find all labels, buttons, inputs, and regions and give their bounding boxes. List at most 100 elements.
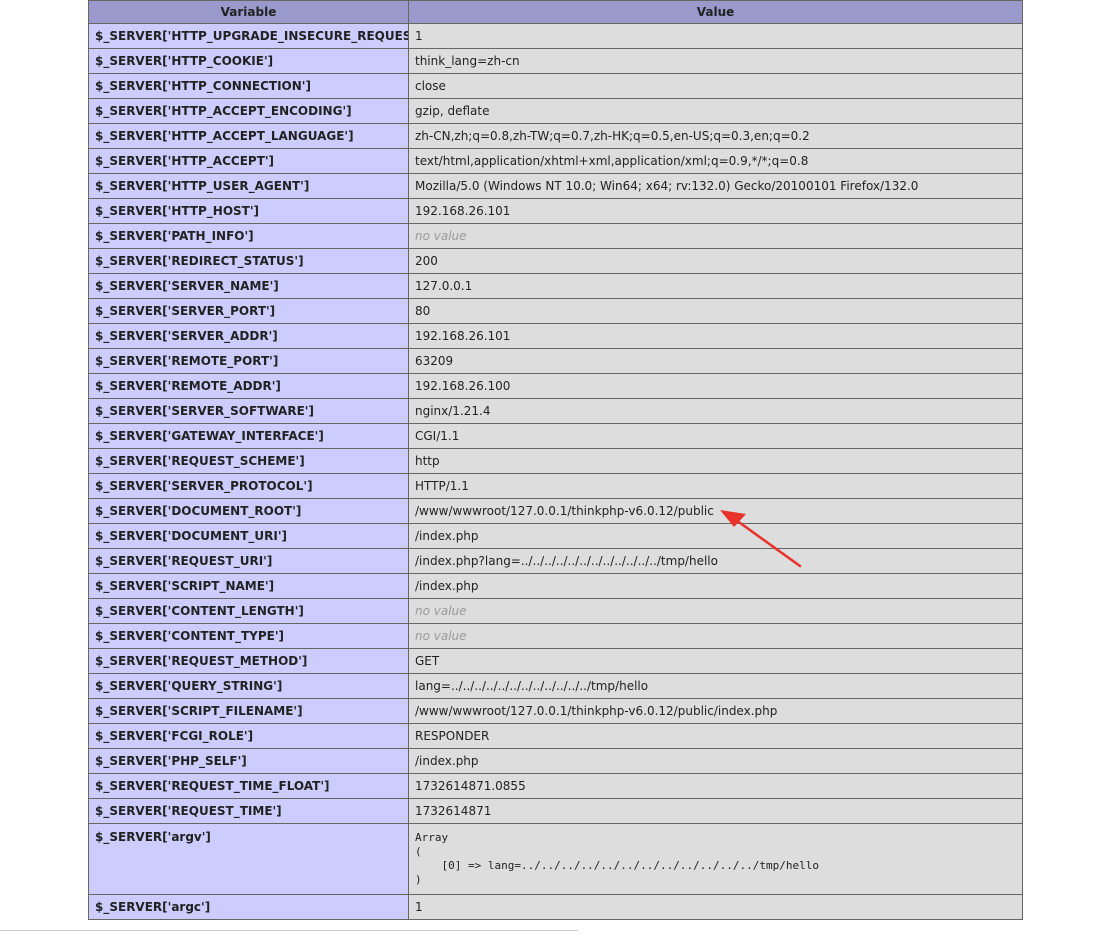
no-value-label: no value <box>415 604 467 618</box>
table-row: $_SERVER['HTTP_ACCEPT_LANGUAGE'] zh-CN,zh… <box>88 123 1023 149</box>
variable-column-header: Variable <box>88 0 409 24</box>
variable-value-cell: 127.0.0.1 <box>408 273 1023 299</box>
variable-value-cell: HTTP/1.1 <box>408 473 1023 499</box>
variable-value-cell: text/html,application/xhtml+xml,applicat… <box>408 148 1023 174</box>
variable-value-cell: GET <box>408 648 1023 674</box>
table-row: $_SERVER['SERVER_ADDR'] 192.168.26.101 <box>88 323 1023 349</box>
variable-name: $_SERVER['REQUEST_METHOD'] <box>88 648 409 674</box>
variable-name: $_SERVER['REDIRECT_STATUS'] <box>88 248 409 274</box>
table-body: $_SERVER['HTTP_UPGRADE_INSECURE_REQUESTS… <box>88 23 1023 920</box>
variable-name: $_SERVER['QUERY_STRING'] <box>88 673 409 699</box>
variable-value: gzip, deflate <box>415 104 490 118</box>
variable-value-cell: CGI/1.1 <box>408 423 1023 449</box>
variable-value-cell: Array ( [0] => lang=../../../../../../..… <box>408 823 1023 895</box>
table-row: $_SERVER['REQUEST_TIME_FLOAT'] 1732614871… <box>88 773 1023 799</box>
variable-name: $_SERVER['REMOTE_ADDR'] <box>88 373 409 399</box>
variable-value-cell: 63209 <box>408 348 1023 374</box>
variable-value: /www/wwwroot/127.0.0.1/thinkphp-v6.0.12/… <box>415 704 778 718</box>
variable-value-cell: zh-CN,zh;q=0.8,zh-TW;q=0.7,zh-HK;q=0.5,e… <box>408 123 1023 149</box>
variable-value: /index.php <box>415 579 479 593</box>
variable-name: $_SERVER['REQUEST_SCHEME'] <box>88 448 409 474</box>
variable-value: 200 <box>415 254 438 268</box>
table-row: $_SERVER['DOCUMENT_ROOT'] /www/wwwroot/12… <box>88 498 1023 524</box>
variable-value: /index.php?lang=../../../../../../../../… <box>415 554 718 568</box>
server-variables-table: Variable Value $_SERVER['HTTP_UPGRADE_IN… <box>88 0 1023 920</box>
table-row: $_SERVER['DOCUMENT_URI'] /index.php <box>88 523 1023 549</box>
variable-value: HTTP/1.1 <box>415 479 469 493</box>
variable-value: CGI/1.1 <box>415 429 460 443</box>
variable-value: /www/wwwroot/127.0.0.1/thinkphp-v6.0.12/… <box>415 504 714 518</box>
variable-value: zh-CN,zh;q=0.8,zh-TW;q=0.7,zh-HK;q=0.5,e… <box>415 129 810 143</box>
variable-name: $_SERVER['argc'] <box>88 894 409 920</box>
variable-value: 1 <box>415 29 423 43</box>
table-row: $_SERVER['REDIRECT_STATUS'] 200 <box>88 248 1023 274</box>
variable-value-cell: Mozilla/5.0 (Windows NT 10.0; Win64; x64… <box>408 173 1023 199</box>
variable-value: think_lang=zh-cn <box>415 54 520 68</box>
table-row: $_SERVER['SCRIPT_NAME'] /index.php <box>88 573 1023 599</box>
variable-name: $_SERVER['HTTP_USER_AGENT'] <box>88 173 409 199</box>
variable-value: /index.php <box>415 529 479 543</box>
variable-value-cell: /www/wwwroot/127.0.0.1/thinkphp-v6.0.12/… <box>408 498 1023 524</box>
variable-value-cell: 192.168.26.101 <box>408 198 1023 224</box>
variable-name: $_SERVER['SCRIPT_FILENAME'] <box>88 698 409 724</box>
variable-value-cell: http <box>408 448 1023 474</box>
table-row: $_SERVER['SERVER_PORT'] 80 <box>88 298 1023 324</box>
table-row: $_SERVER['HTTP_USER_AGENT'] Mozilla/5.0 (… <box>88 173 1023 199</box>
variable-value-cell: /index.php?lang=../../../../../../../../… <box>408 548 1023 574</box>
variable-value-cell: /index.php <box>408 748 1023 774</box>
table-row: $_SERVER['SCRIPT_FILENAME'] /www/wwwroot/… <box>88 698 1023 724</box>
table-row: $_SERVER['PHP_SELF'] /index.php <box>88 748 1023 774</box>
table-row: $_SERVER['HTTP_ACCEPT_ENCODING'] gzip, de… <box>88 98 1023 124</box>
variable-name: $_SERVER['REQUEST_TIME'] <box>88 798 409 824</box>
variable-value: close <box>415 79 446 93</box>
variable-name: $_SERVER['HTTP_COOKIE'] <box>88 48 409 74</box>
variable-name: $_SERVER['REMOTE_PORT'] <box>88 348 409 374</box>
table-row: $_SERVER['PATH_INFO'] no value <box>88 223 1023 249</box>
variable-name: $_SERVER['HTTP_CONNECTION'] <box>88 73 409 99</box>
variable-value: http <box>415 454 440 468</box>
variable-value-cell: /index.php <box>408 523 1023 549</box>
table-row: $_SERVER['CONTENT_TYPE'] no value <box>88 623 1023 649</box>
table-row: $_SERVER['REMOTE_PORT'] 63209 <box>88 348 1023 374</box>
variable-name: $_SERVER['PHP_SELF'] <box>88 748 409 774</box>
array-dump: Array ( [0] => lang=../../../../../../..… <box>415 831 819 886</box>
variable-value: 80 <box>415 304 431 318</box>
table-row: $_SERVER['REQUEST_METHOD'] GET <box>88 648 1023 674</box>
variable-value-cell: 1 <box>408 23 1023 49</box>
variable-value: lang=../../../../../../../../../../../..… <box>415 679 649 693</box>
variable-name: $_SERVER['HTTP_UPGRADE_INSECURE_REQUESTS… <box>88 23 409 49</box>
variable-name: $_SERVER['SCRIPT_NAME'] <box>88 573 409 599</box>
table-row: $_SERVER['HTTP_HOST'] 192.168.26.101 <box>88 198 1023 224</box>
variable-value: 192.168.26.101 <box>415 329 511 343</box>
table-row: $_SERVER['GATEWAY_INTERFACE'] CGI/1.1 <box>88 423 1023 449</box>
variable-value: 127.0.0.1 <box>415 279 473 293</box>
variable-value-cell: /www/wwwroot/127.0.0.1/thinkphp-v6.0.12/… <box>408 698 1023 724</box>
variable-value-cell: 192.168.26.101 <box>408 323 1023 349</box>
table-row: $_SERVER['FCGI_ROLE'] RESPONDER <box>88 723 1023 749</box>
variable-value-cell: lang=../../../../../../../../../../../..… <box>408 673 1023 699</box>
variable-value: nginx/1.21.4 <box>415 404 491 418</box>
variable-name: $_SERVER['CONTENT_LENGTH'] <box>88 598 409 624</box>
variable-name: $_SERVER['HTTP_ACCEPT_LANGUAGE'] <box>88 123 409 149</box>
variable-name: $_SERVER['SERVER_PORT'] <box>88 298 409 324</box>
table-row: $_SERVER['REMOTE_ADDR'] 192.168.26.100 <box>88 373 1023 399</box>
variable-value-cell: no value <box>408 623 1023 649</box>
variable-value-cell: nginx/1.21.4 <box>408 398 1023 424</box>
variable-name: $_SERVER['argv'] <box>88 823 409 895</box>
variable-name: $_SERVER['SERVER_NAME'] <box>88 273 409 299</box>
variable-value: 1732614871 <box>415 804 492 818</box>
table-row: $_SERVER['CONTENT_LENGTH'] no value <box>88 598 1023 624</box>
variable-value: 1 <box>415 900 423 914</box>
variable-value-cell: 1732614871.0855 <box>408 773 1023 799</box>
variable-value-cell: 192.168.26.100 <box>408 373 1023 399</box>
table-row: $_SERVER['QUERY_STRING'] lang=../../../..… <box>88 673 1023 699</box>
value-column-header: Value <box>408 0 1023 24</box>
variable-name: $_SERVER['GATEWAY_INTERFACE'] <box>88 423 409 449</box>
variable-value-cell: 1 <box>408 894 1023 920</box>
no-value-label: no value <box>415 229 467 243</box>
variable-value-cell: 80 <box>408 298 1023 324</box>
variable-value: GET <box>415 654 440 668</box>
table-header-row: Variable Value <box>88 0 1023 24</box>
variable-value-cell: no value <box>408 223 1023 249</box>
table-row: $_SERVER['REQUEST_SCHEME'] http <box>88 448 1023 474</box>
